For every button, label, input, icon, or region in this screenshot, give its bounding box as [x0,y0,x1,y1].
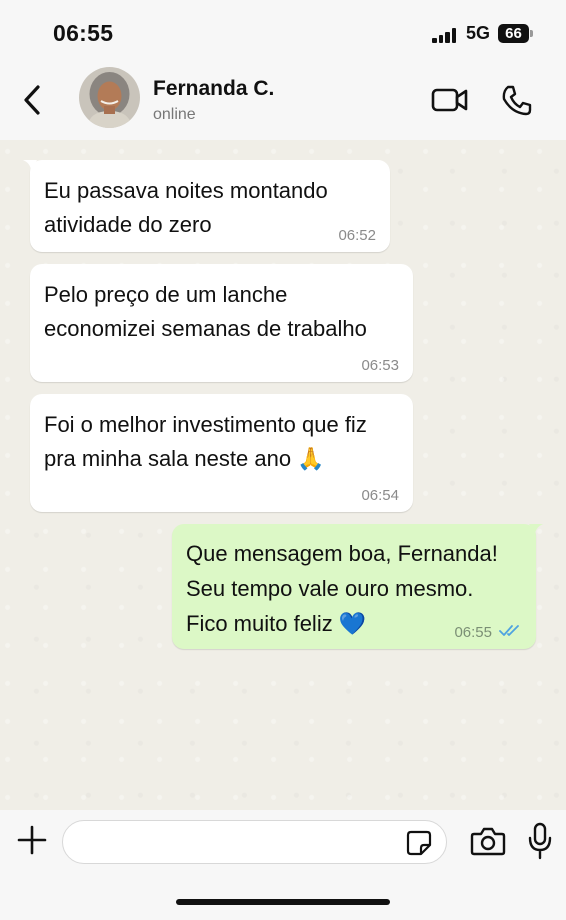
sticker-button[interactable] [405,829,433,857]
contact-status: online [153,106,196,123]
chat-area[interactable]: Eu passava noites montando atividade do … [0,140,566,810]
camera-button[interactable] [470,825,506,857]
plus-icon [17,825,47,855]
message-input[interactable] [62,820,447,864]
message-time: 06:54 [361,487,399,504]
signal-icon [432,27,458,43]
bubble-tail [23,160,37,170]
bubble-tail [529,524,543,534]
network-type: 5G [466,23,491,43]
message-bubble-incoming[interactable]: Pelo preço de um lanche economizei seman… [30,264,413,382]
sticker-icon [406,830,432,856]
message-bubble-outgoing[interactable]: Que mensagem boa, Fernanda! Seu tempo va… [172,524,543,649]
message-time: 06:52 [338,227,376,244]
message-text: Eu passava noites montando atividade do … [44,178,328,237]
voice-call-button[interactable] [500,83,534,117]
message-bubble-incoming[interactable]: Eu passava noites montando atividade do … [23,160,390,252]
home-indicator [176,899,390,905]
status-bar: 06:55 5G 66 [0,0,566,62]
voice-call-icon [502,85,532,116]
chat-header: Fernanda C. online [0,62,566,140]
message-text: Pelo preço de um lanche economizei seman… [44,282,367,341]
back-button[interactable] [18,82,48,118]
message-time: 06:55 [454,624,492,641]
contact-name[interactable]: Fernanda C. [153,77,274,101]
avatar[interactable] [79,67,140,128]
message-text: Foi o melhor investimento que fiz pra mi… [44,408,367,476]
status-time: 06:55 [53,20,114,46]
message-text-content: Foi o melhor investimento que fiz pra mi… [44,412,367,471]
battery-icon: 66 [498,24,529,43]
video-call-button[interactable] [430,84,470,116]
back-icon [24,85,40,115]
read-receipt-icon [499,625,519,636]
mic-button[interactable] [526,821,554,861]
attach-button[interactable] [16,824,48,856]
mic-icon [528,822,552,860]
video-call-icon [431,88,468,112]
message-time: 06:53 [361,357,399,374]
message-text: Que mensagem boa, Fernanda! Seu tempo va… [186,541,498,636]
message-bubble-incoming[interactable]: Foi o melhor investimento que fiz pra mi… [30,394,413,512]
camera-icon [470,827,506,856]
battery-tip [530,30,533,37]
